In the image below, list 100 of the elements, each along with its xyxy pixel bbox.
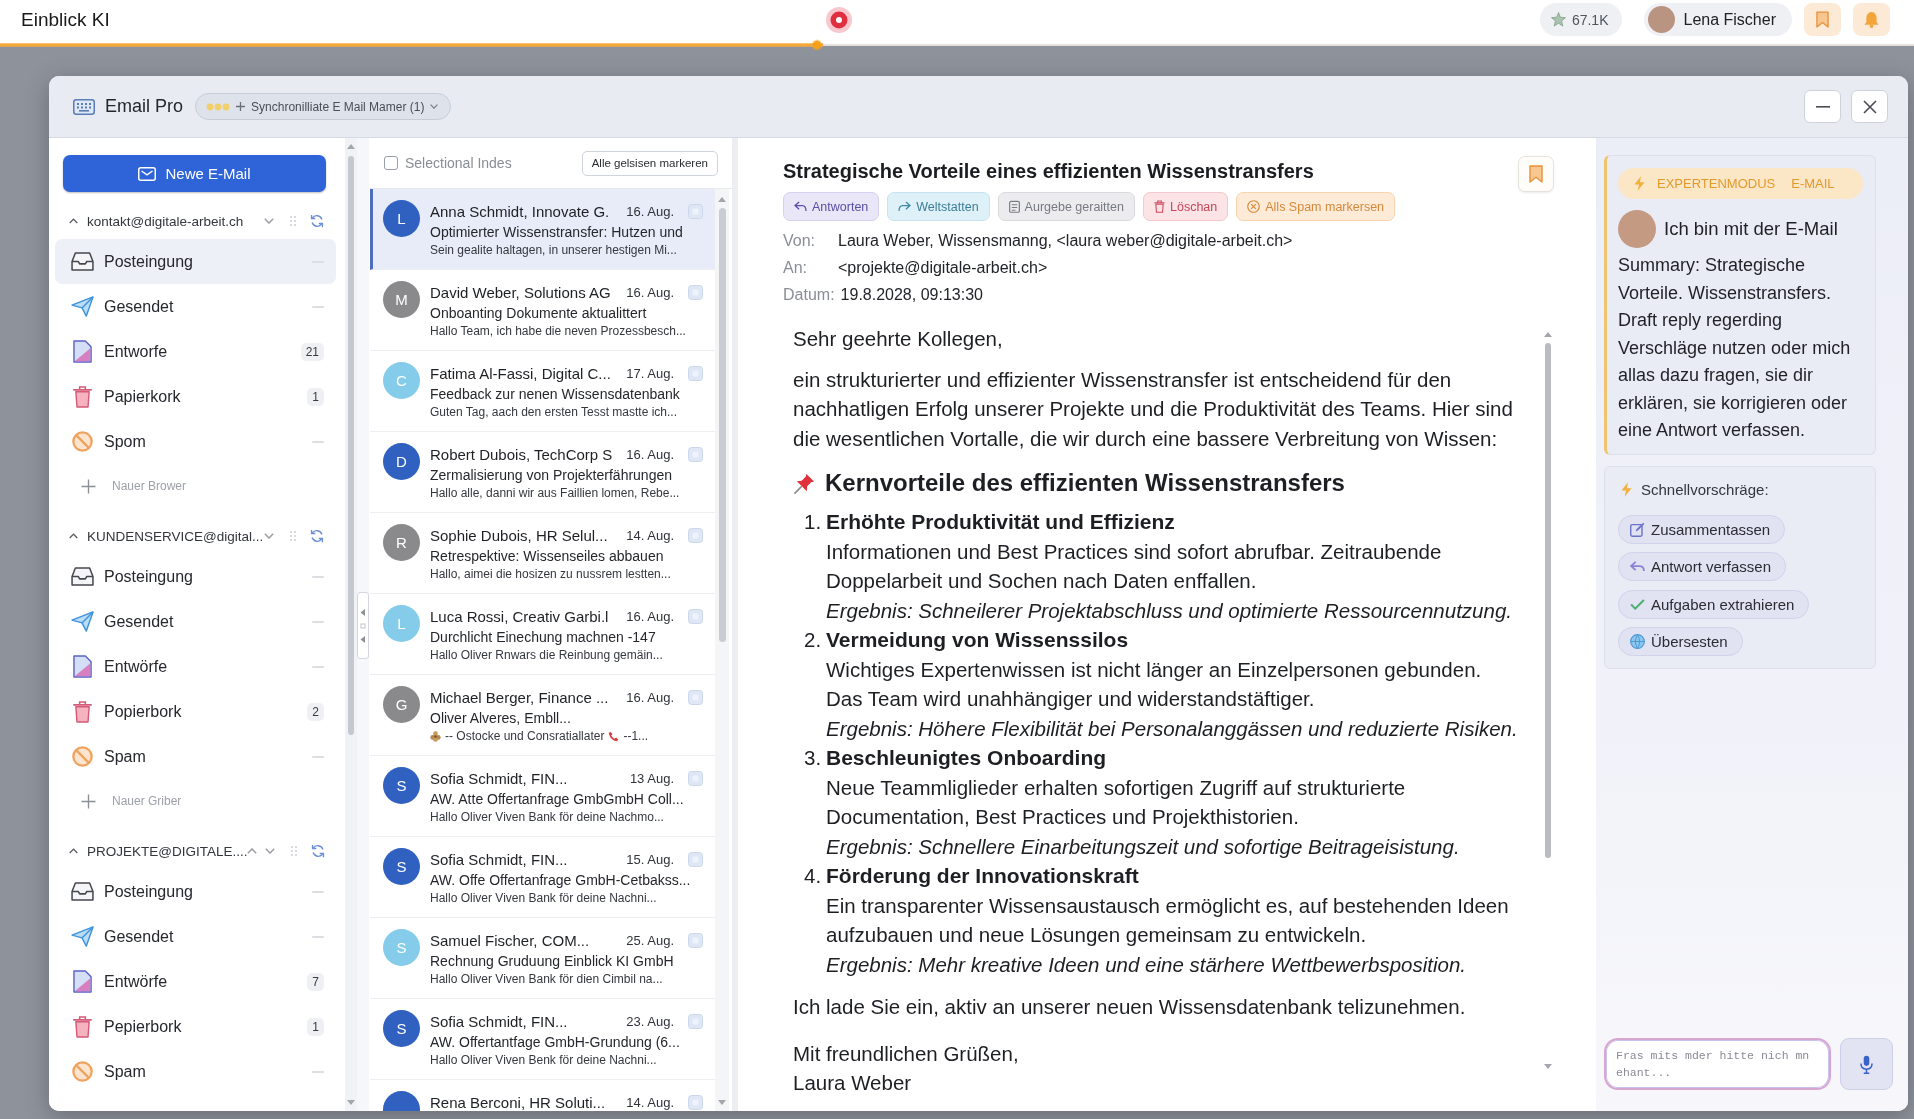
folder-item[interactable]: Spam [55, 734, 336, 779]
scroll-down-icon[interactable] [1543, 1064, 1552, 1069]
scrollbar[interactable] [715, 189, 729, 1111]
folder-item[interactable]: Gesendet [55, 914, 336, 959]
suggestion-chip[interactable]: Aufgaben extrahieren [1618, 589, 1810, 619]
email-item[interactable]: R Sophie Dubois, HR Selul... 14. Aug. Retrespektive: Wissenseiles abbauen Hallo, aimei die hosizen zu nussrem lestten... [370, 513, 715, 594]
drag-handle-icon[interactable] [291, 846, 298, 856]
drag-handle-icon[interactable] [290, 216, 296, 226]
folder-item[interactable]: Papierkork 1 [55, 374, 336, 419]
square-icon[interactable] [688, 1094, 703, 1110]
square-icon[interactable] [688, 689, 703, 705]
drag-handle-icon[interactable] [290, 531, 296, 541]
folder-item[interactable]: Posteingung [55, 869, 336, 914]
folder-item[interactable]: Entwörfe [55, 644, 336, 689]
email-item[interactable]: S Samuel Fischer, COM... 25. Aug. Rechnung Gruduung Einblick KI GmbH Hallo Oliver Viven Bank för dien Cimbil na... [370, 918, 715, 999]
square-icon[interactable] [688, 203, 703, 219]
email-item[interactable]: S Sofia Schmidt, FIN... 15. Aug. AW. Offe Offertanfrage GmbH-Cetbakss... Hallo Oliver Viven Bank för deine Nachni... [370, 837, 715, 918]
caret-up-icon[interactable] [247, 848, 258, 854]
plus-icon [236, 102, 246, 111]
folder-item[interactable]: Posteingung [55, 554, 336, 599]
scroll-up-icon[interactable] [718, 197, 726, 202]
caret-up-icon[interactable] [69, 848, 78, 854]
square-icon[interactable] [688, 284, 703, 300]
folder-item[interactable]: Gesendet [55, 284, 336, 329]
square-icon[interactable] [688, 527, 703, 543]
refresh-icon[interactable] [310, 214, 324, 228]
prohibited-icon [71, 431, 93, 452]
sender-name: Sofia Schmidt, FIN... [430, 850, 569, 868]
folder-item[interactable]: Gesendet [55, 599, 336, 644]
dash-icon [312, 755, 324, 758]
square-icon[interactable] [688, 446, 703, 462]
credits-button[interactable]: 67.1K [1539, 3, 1622, 36]
scroll-up-icon[interactable] [1543, 332, 1552, 337]
scrollbar-thumb[interactable] [348, 156, 354, 735]
email-item[interactable]: L Anna Schmidt, Innovate G. 16. Aug. Optimierter Wissenstransfer: Hutzen und Sein gealite haltagen, in unserer hestigen Mi... [370, 189, 715, 270]
collapse-handle[interactable] [357, 592, 369, 659]
suggestion-chip[interactable]: Zusammentassen [1618, 514, 1786, 544]
folder-item[interactable]: Entwörfe 7 [55, 959, 336, 1004]
scroll-up-icon[interactable] [347, 144, 355, 149]
sync-dropdown[interactable]: Synchronilliate E Mail Mamer (1) [195, 93, 452, 120]
scrollbar-thumb[interactable] [718, 208, 726, 642]
caret-up-icon[interactable] [69, 218, 78, 224]
folder-item[interactable]: Posteingung [55, 239, 336, 284]
folder-item[interactable]: Spam [55, 1049, 336, 1094]
folder-item[interactable]: Spom [55, 419, 336, 464]
caret-up-icon[interactable] [69, 533, 78, 539]
email-subject: Rechnung Gruduung Einblick KI GmbH [430, 952, 675, 971]
notifications-button[interactable] [1853, 3, 1890, 36]
suggestion-chip[interactable]: Übersesten [1618, 627, 1743, 656]
email-item[interactable]: L Luca Rossi, Creativ Garbi.l 16. Aug. Durchlicht Einechung machnen -147 Hallo Oliver Rnwars die Reinbung gemäin... [370, 594, 715, 675]
delete-button[interactable]: Löschan [1143, 192, 1229, 221]
forward-button[interactable]: Weltstatten [887, 192, 990, 221]
task-button[interactable]: Aurgebe geraitten [997, 192, 1135, 221]
select-all-checkbox[interactable] [384, 156, 398, 170]
scroll-down-icon[interactable] [347, 1100, 355, 1105]
keyboard-icon [73, 98, 95, 115]
refresh-icon[interactable] [311, 844, 326, 858]
close-button[interactable] [1851, 90, 1888, 123]
square-icon[interactable] [688, 365, 703, 381]
email-item[interactable]: D Robert Dubois, TechCorp S 16. Aug. Zermalisierung von Projekterfährungen Hallo alle, danni wir aus Faillien lomen, Rebe... [370, 432, 715, 513]
chat-input[interactable]: Fras mits mder hitte nich mn ehant... [1604, 1038, 1831, 1090]
email-item[interactable]: M David Weber, Solutions AG 16. Aug. Onboanting Dokumente aktualittert Hallo Team, ich habe die neven Prozessbesch... [370, 270, 715, 351]
chevron-down-icon[interactable] [264, 218, 274, 224]
email-item[interactable]: Rena Berconi, HR Soluti... 14. Aug. [370, 1080, 715, 1111]
bookmark-button[interactable] [1804, 3, 1841, 36]
chevron-down-icon[interactable] [264, 533, 274, 539]
folder-item[interactable]: Pepierbork 1 [55, 1004, 336, 1049]
voice-button[interactable] [1840, 1038, 1893, 1090]
bookmark-button[interactable] [1518, 156, 1554, 192]
email-item[interactable]: G Michael Berger, Finance ... 16. Aug. Oliver Alveres, Embll... -- Ostocke und Consratiallater --1... [370, 675, 715, 756]
square-icon[interactable] [688, 851, 703, 867]
folder-item[interactable]: Entworfe 21 [55, 329, 336, 374]
email-item[interactable]: C Fatima Al-Fassi, Digital C... 17. Aug. Feedback zur nenen Wissensdatenbank Guten Tag, aach den ersten Tesst mastte ich... [370, 351, 715, 432]
chevron-down-icon[interactable] [265, 848, 276, 854]
square-icon[interactable] [688, 608, 703, 624]
email-subject: Oliver Alveres, Embll... [430, 709, 572, 728]
square-icon[interactable] [688, 932, 703, 948]
scroll-down-icon[interactable] [718, 1100, 726, 1105]
mark-all-button[interactable]: Alle gelsisen markeren [581, 150, 718, 176]
avatar: S [383, 767, 420, 804]
scrollbar[interactable] [345, 138, 357, 1111]
square-icon[interactable] [688, 770, 703, 786]
avatar: L [383, 200, 420, 237]
paragraph: ein strukturierter und effizienter Wissenstransfer ist entscheidend für den nachhatligen Erfolg unserer Projekte und die Produktivität des Teams. Hier sind die wesentlichen Vortalle, die wir durch eine bassere Verbreitung von Wissen: [793, 366, 1514, 452]
count-badge: 2 [307, 702, 324, 721]
scrollbar-thumb[interactable] [1544, 343, 1551, 858]
email-subject: AW. Atte Offertanfrage GmbGmbH Coll... [430, 790, 685, 809]
email-item[interactable]: S Sofia Schmidt, FIN... 23. Aug. AW. Offertantfage GmbH-Grundung (6... Hallo Oliver Viven Benk för deine Nachni... [370, 999, 715, 1080]
sender-name: Samuel Fischer, COM... [430, 931, 591, 949]
refresh-icon[interactable] [310, 529, 324, 543]
user-menu-button[interactable]: Lena Fischer [1643, 3, 1792, 36]
closing-text: Mit freundlichen Grüßen, [793, 1040, 1020, 1067]
minimize-button[interactable] [1804, 90, 1841, 123]
record-icon[interactable] [826, 6, 852, 33]
suggestion-chip[interactable]: Antwort verfassen [1618, 552, 1787, 581]
compose-button[interactable]: Newe E-Mail [63, 155, 326, 192]
email-item[interactable]: S Sofia Schmidt, FIN... 13 Aug. AW. Atte Offertanfrage GmbGmbH Coll... Hallo Oliver Viven Bank för deine Nachmo... [370, 756, 715, 837]
folder-item[interactable]: Popierbork 2 [55, 689, 336, 734]
reply-button[interactable]: Antworten [783, 192, 880, 221]
square-icon[interactable] [688, 1013, 703, 1029]
